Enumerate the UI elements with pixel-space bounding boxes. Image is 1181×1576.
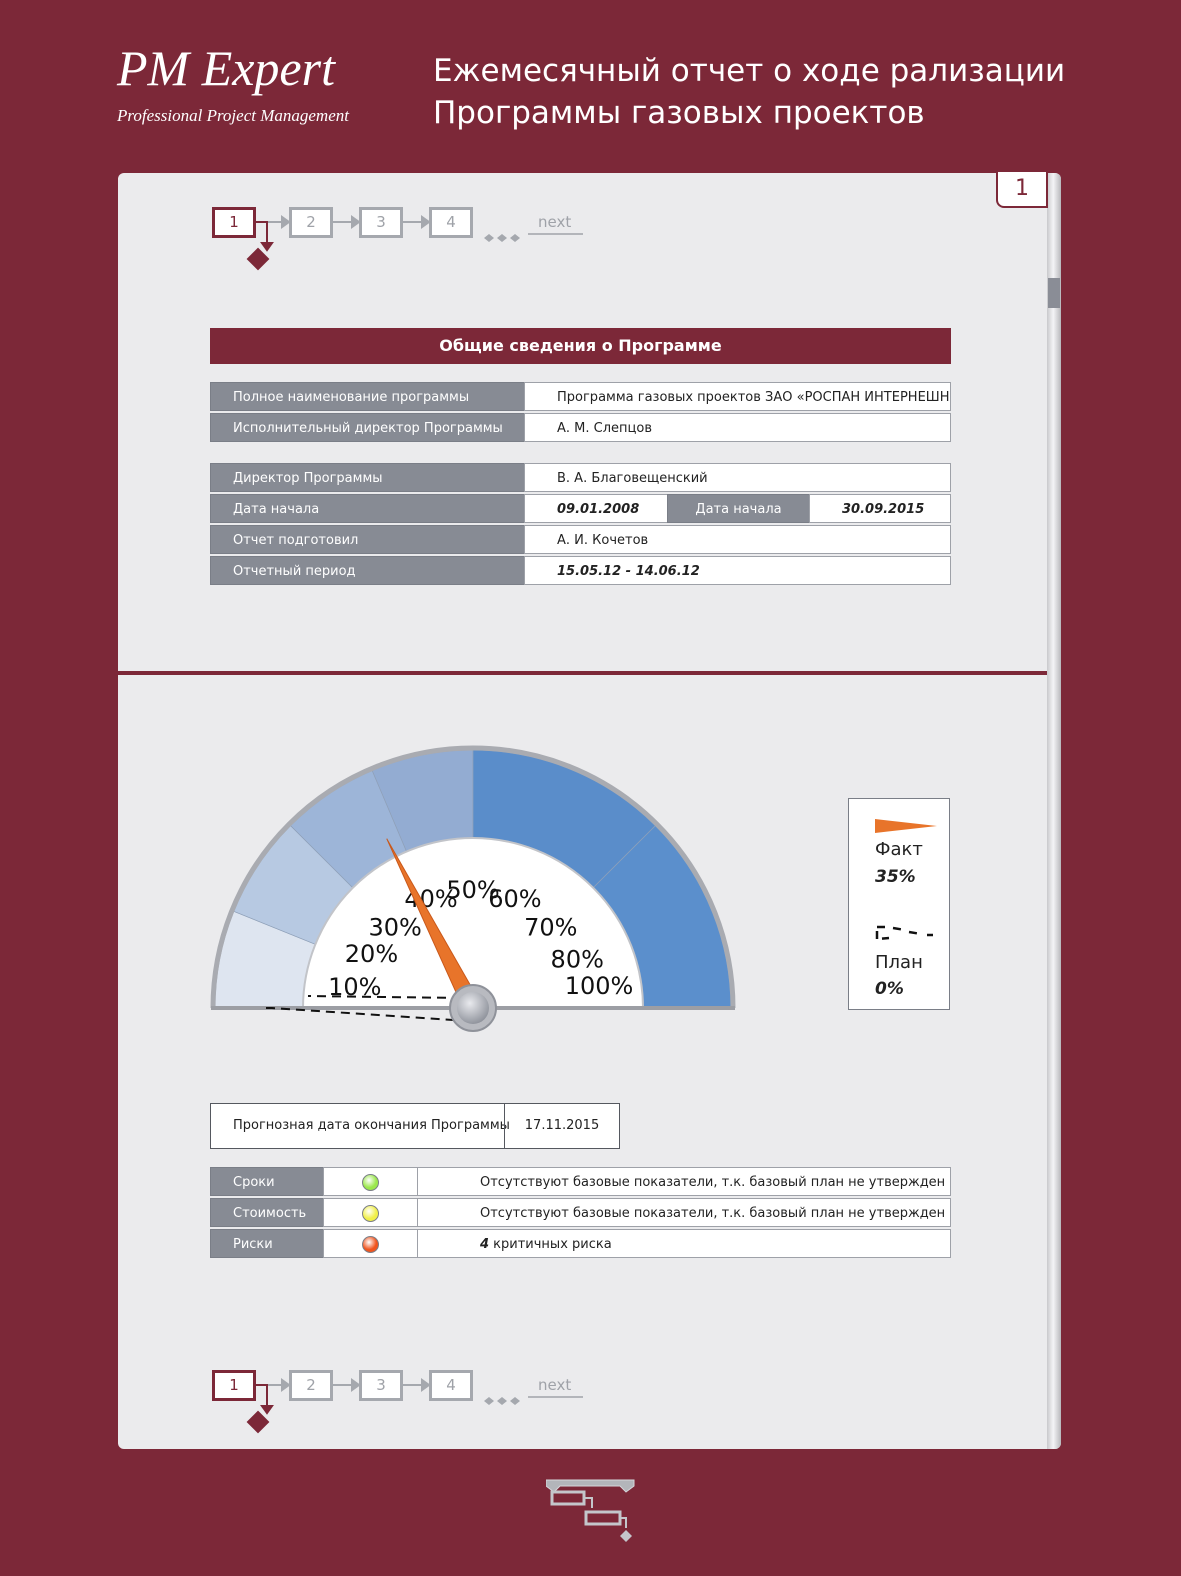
nav-page-4-bottom[interactable]: 4 [429, 1370, 473, 1401]
end-date-value: 30.09.2015 [809, 494, 951, 523]
period-value: 15.05.12 - 14.06.12 [524, 556, 951, 585]
status-row-risks: Риски 4 критичных риска [210, 1229, 951, 1260]
logo: PM Expert [117, 40, 335, 96]
status-cost-text: Отсутствуют базовые показатели, т.к. баз… [417, 1198, 951, 1227]
gauge-legend: Факт 35% План 0% [848, 798, 950, 1010]
status-risks-label: Риски [210, 1229, 324, 1258]
status-schedule-indicator-cell [323, 1167, 418, 1196]
forecast-value: 17.11.2015 [524, 1118, 600, 1133]
nav-page-3-bottom[interactable]: 3 [359, 1370, 403, 1401]
nav-next-link[interactable]: next [528, 213, 584, 235]
status-schedule-text: Отсутствуют базовые показатели, т.к. баз… [417, 1167, 951, 1196]
status-cost-indicator-cell [323, 1198, 418, 1227]
section-header-general: Общие сведения о Программе [210, 328, 951, 364]
risk-text: критичных риска [489, 1237, 612, 1252]
status-row-schedule: Сроки Отсутствуют базовые показатели, т.… [210, 1167, 951, 1198]
prepared-by-value: А. И. Кочетов [524, 525, 951, 554]
info-row-full-name: Полное наименование программы Программа … [210, 382, 951, 412]
info-row-prepared-by: Отчет подготовил А. И. Кочетов [210, 525, 951, 555]
report-title: Ежемесячный отчет о ходе рализации Прогр… [433, 50, 1153, 134]
status-risks-indicator-cell [323, 1229, 418, 1258]
nav-page-2[interactable]: 2 [289, 207, 333, 238]
page-number-tab: 1 [996, 172, 1048, 208]
section-divider [118, 671, 1047, 675]
gantt-chart-icon [546, 1479, 635, 1542]
gauge-tick-label: 70% [524, 913, 577, 941]
plan-legend-marker [875, 925, 933, 941]
status-schedule-label: Сроки [210, 1167, 324, 1196]
nav-page-4[interactable]: 4 [429, 207, 473, 238]
milestone-diamond-icon [246, 1410, 270, 1434]
info-row-period: Отчетный период 15.05.12 - 14.06.12 [210, 556, 951, 586]
end-date-label: Дата начала [667, 494, 810, 523]
scrollbar-thumb[interactable] [1048, 278, 1060, 308]
logo-tagline: Professional Project Management [117, 106, 349, 125]
nav-page-1-bottom[interactable]: 1 [212, 1370, 256, 1401]
risk-count: 4 [480, 1237, 490, 1252]
gauge-tick-label: 20% [345, 940, 398, 968]
plan-legend-label: План [875, 952, 923, 973]
plan-legend-value: 0% [875, 979, 904, 999]
nav-page-3[interactable]: 3 [359, 207, 403, 238]
status-risks-text: 4 критичных риска [417, 1229, 951, 1258]
forecast-label: Прогнозная дата окончания Программы [233, 1118, 510, 1133]
status-indicator-green-icon [362, 1174, 379, 1191]
status-indicator-red-icon [362, 1236, 379, 1253]
gauge-tick-label: 60% [488, 885, 541, 913]
fact-legend-label: Факт [875, 839, 923, 860]
exec-director-value: А. М. Слепцов [524, 413, 951, 442]
nav-next-link-bottom[interactable]: next [528, 1376, 584, 1398]
progress-gauge: 10%20%30%40%50%60%70%80%100% [210, 745, 736, 1032]
nav-page-1[interactable]: 1 [212, 207, 256, 238]
info-row-dates: Дата начала 09.01.2008 Дата начала 30.09… [210, 494, 951, 524]
exec-director-label: Исполнительный директор Программы [210, 413, 525, 442]
director-value: В. А. Благовещенский [524, 463, 951, 492]
info-row-director: Директор Программы В. А. Благовещенский [210, 463, 951, 493]
status-cost-label: Стоимость [210, 1198, 324, 1227]
director-label: Директор Программы [210, 463, 525, 492]
start-date-value: 09.01.2008 [524, 494, 668, 523]
prepared-by-label: Отчет подготовил [210, 525, 525, 554]
start-date-label: Дата начала [210, 494, 525, 523]
gauge-tick-label: 100% [565, 972, 634, 1000]
milestone-diamond-icon [246, 247, 270, 271]
scrollbar[interactable] [1047, 173, 1061, 1449]
full-name-label: Полное наименование программы [210, 382, 525, 411]
nav-page-2-bottom[interactable]: 2 [289, 1370, 333, 1401]
info-row-exec-director: Исполнительный директор Программы А. М. … [210, 413, 951, 443]
gauge-tick-label: 80% [551, 945, 604, 973]
full-name-value: Программа газовых проектов ЗАО «РОСПАН И… [524, 382, 951, 411]
fact-legend-marker [875, 819, 937, 833]
report-title-line-2: Программы газовых проектов [433, 95, 925, 131]
period-label: Отчетный период [210, 556, 525, 585]
status-indicator-yellow-icon [362, 1205, 379, 1222]
status-row-cost: Стоимость Отсутствуют базовые показатели… [210, 1198, 951, 1229]
report-title-line-1: Ежемесячный отчет о ходе рализации [433, 53, 1066, 89]
forecast-box: Прогнозная дата окончания Программы 17.1… [210, 1103, 620, 1149]
gauge-tick-label: 30% [369, 913, 422, 941]
fact-legend-value: 35% [875, 867, 916, 887]
